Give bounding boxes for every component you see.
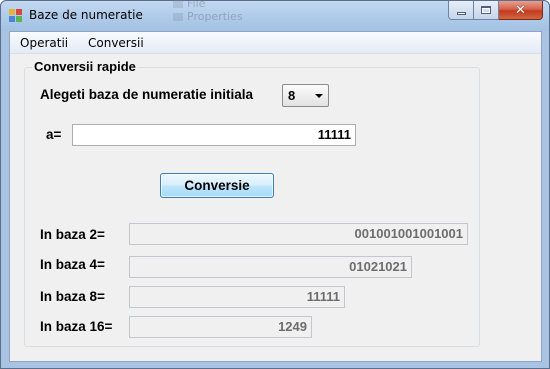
title-bar[interactable]: Baze de numeratie File Properties ✕ bbox=[1, 0, 549, 31]
close-icon: ✕ bbox=[515, 2, 526, 18]
maximize-button[interactable] bbox=[474, 1, 499, 20]
background-properties-icon bbox=[173, 13, 183, 21]
result-field-base2: 001001001001001 bbox=[129, 223, 468, 245]
conversie-button[interactable]: Conversie bbox=[160, 173, 274, 198]
input-a-label: a= bbox=[46, 127, 62, 142]
result-field-base16: 1249 bbox=[129, 316, 312, 338]
menu-bar: Operatii Conversii bbox=[10, 32, 541, 54]
result-label-base4: In baza 4= bbox=[40, 257, 105, 272]
base-select[interactable]: 8 bbox=[282, 84, 329, 107]
result-field-base8: 11111 bbox=[129, 286, 345, 308]
menu-conversii[interactable]: Conversii bbox=[88, 36, 144, 50]
base-select-value: 8 bbox=[288, 88, 296, 103]
result-label-base16: In baza 16= bbox=[40, 319, 113, 334]
result-label-base8: In baza 8= bbox=[40, 289, 105, 304]
chevron-down-icon bbox=[315, 94, 323, 98]
input-a-field[interactable]: 11111 bbox=[72, 124, 356, 146]
app-icon bbox=[9, 9, 23, 23]
background-ghost-file: File bbox=[187, 0, 206, 10]
menu-operatii[interactable]: Operatii bbox=[20, 36, 68, 50]
background-ghost-properties: Properties bbox=[187, 10, 243, 23]
minimize-icon bbox=[456, 11, 466, 15]
maximize-icon bbox=[481, 6, 491, 14]
app-window: Baze de numeratie File Properties ✕ Oper… bbox=[0, 0, 550, 369]
close-button[interactable]: ✕ bbox=[499, 1, 543, 20]
background-file-icon bbox=[173, 0, 183, 8]
group-title: Conversii rapide bbox=[32, 59, 138, 74]
minimize-button[interactable] bbox=[448, 1, 474, 20]
result-field-base4: 01021021 bbox=[129, 256, 412, 278]
window-title: Baze de numeratie bbox=[29, 8, 143, 22]
result-label-base2: In baza 2= bbox=[40, 227, 105, 242]
base-prompt-label: Alegeti baza de numeratie initiala bbox=[40, 87, 254, 102]
caption-buttons: ✕ bbox=[448, 1, 543, 21]
